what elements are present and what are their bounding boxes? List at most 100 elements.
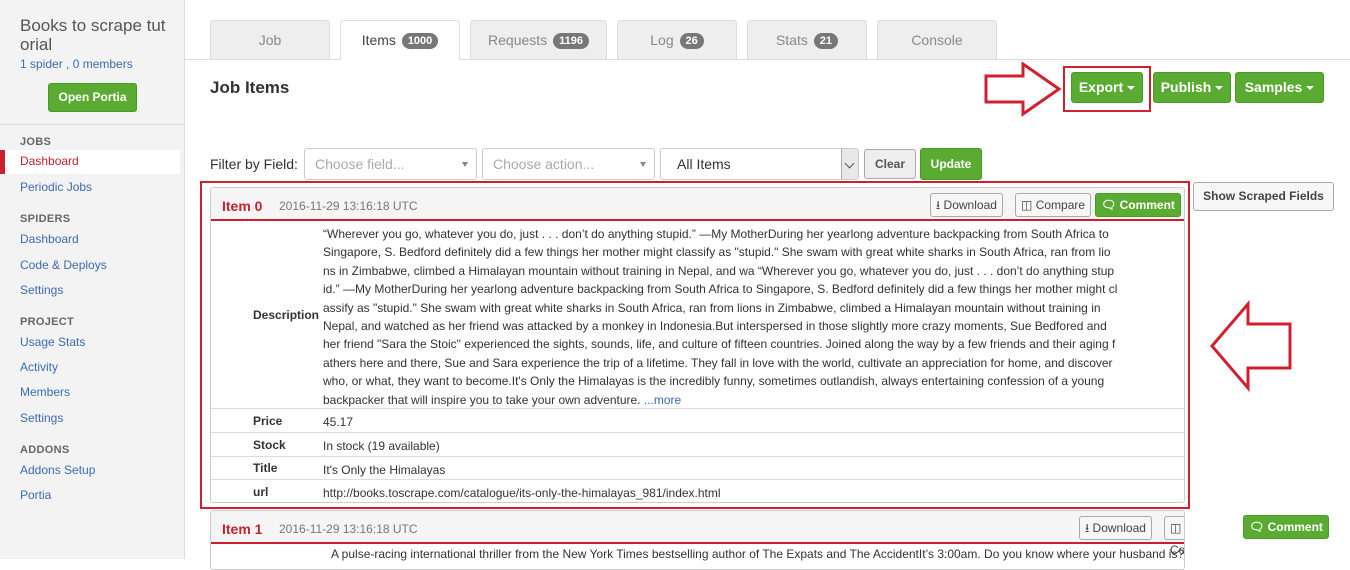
compare-icon: ◫ bbox=[1021, 198, 1033, 212]
tab-stats[interactable]: Stats 21 bbox=[747, 20, 867, 59]
publish-button[interactable]: Publish bbox=[1153, 72, 1231, 103]
more-link[interactable]: ...more bbox=[644, 393, 681, 407]
item-title[interactable]: Item 0 bbox=[222, 198, 262, 214]
item-timestamp: 2016-11-29 13:16:18 UTC bbox=[279, 522, 418, 536]
export-button[interactable]: Export bbox=[1071, 72, 1143, 103]
field-value-url: http://books.toscrape.com/catalogue/its-… bbox=[323, 486, 721, 500]
publish-label: Publish bbox=[1160, 79, 1212, 95]
update-button[interactable]: Update bbox=[920, 148, 982, 180]
tab-requests[interactable]: Requests 1196 bbox=[470, 20, 607, 59]
description-line: assify as "stupid." She swam with great … bbox=[323, 300, 1101, 315]
field-row-stock: Stock In stock (19 available) bbox=[211, 433, 1184, 457]
sidebar-item-jobs-dashboard[interactable]: Dashboard bbox=[0, 150, 180, 174]
show-scraped-fields-button[interactable]: Show Scraped Fields bbox=[1193, 182, 1334, 211]
description-line: backpacker that will inspire you to take… bbox=[323, 391, 1184, 408]
comment-button[interactable]: 🗨 Comment bbox=[1095, 193, 1181, 217]
comment-label: Comment bbox=[1267, 520, 1323, 534]
tab-label: Console bbox=[911, 32, 963, 48]
samples-button[interactable]: Samples bbox=[1235, 72, 1324, 103]
field-key: url bbox=[253, 484, 269, 499]
item-card: Item 1 2016-11-29 13:16:18 UTC ⭳ Downloa… bbox=[210, 510, 1185, 570]
compare-icon: ◫ bbox=[1170, 521, 1182, 535]
count-badge: 1000 bbox=[401, 33, 439, 50]
sidebar-item-project-settings[interactable]: Settings bbox=[20, 411, 63, 425]
export-label: Export bbox=[1078, 79, 1124, 95]
field-key: Stock bbox=[253, 437, 286, 452]
download-button[interactable]: ⭳ Download bbox=[1079, 516, 1152, 540]
comment-icon: 🗨 bbox=[1249, 520, 1265, 534]
tab-label: Stats bbox=[775, 32, 808, 48]
download-button[interactable]: ⭳ Download bbox=[930, 193, 1003, 217]
scope-select-value: All Items bbox=[677, 156, 731, 172]
item-title[interactable]: Item 1 bbox=[222, 521, 262, 537]
count-badge: 26 bbox=[679, 33, 704, 50]
sidebar-item-usage-stats[interactable]: Usage Stats bbox=[20, 335, 85, 349]
field-key: Title bbox=[253, 461, 278, 475]
field-value-stock: In stock (19 available) bbox=[323, 439, 440, 453]
sidebar-item-portia[interactable]: Portia bbox=[20, 488, 51, 502]
compare-button[interactable]: ◫ Compare bbox=[1164, 516, 1184, 557]
compare-button[interactable]: ◫ Compare bbox=[1015, 193, 1092, 217]
description-line: who, or what, they want to become.It's O… bbox=[323, 374, 1105, 389]
sidebar-item-periodic-jobs[interactable]: Periodic Jobs bbox=[20, 180, 92, 194]
download-label: Download bbox=[1092, 521, 1146, 535]
tab-log[interactable]: Log 26 bbox=[617, 20, 737, 59]
count-badge: 1196 bbox=[553, 33, 589, 50]
sidebar-item-spiders-dashboard[interactable]: Dashboard bbox=[20, 232, 79, 246]
project-title[interactable]: Books to scrape tut orial bbox=[20, 16, 180, 54]
sidebar-item-label: Dashboard bbox=[20, 154, 79, 168]
tab-console[interactable]: Console bbox=[877, 20, 997, 59]
samples-label: Samples bbox=[1244, 79, 1303, 95]
right-arrow-annotation-icon bbox=[984, 62, 1062, 117]
description-line: Nepal, and watched as her friend was att… bbox=[323, 319, 1107, 334]
item-card: Item 0 2016-11-29 13:16:18 UTC ⭳ Downloa… bbox=[210, 187, 1185, 503]
left-arrow-annotation-icon bbox=[1210, 300, 1292, 392]
sidebar-heading-project: PROJECT bbox=[20, 316, 75, 328]
description-last-line: backpacker that will inspire you to take… bbox=[323, 392, 641, 407]
field-select-placeholder: Choose field... bbox=[315, 156, 405, 172]
tab-label: Items bbox=[361, 32, 396, 48]
sidebar-divider bbox=[0, 124, 185, 125]
dropdown-arrow-icon bbox=[462, 162, 468, 167]
compare-label: Compare bbox=[1035, 198, 1086, 212]
clear-button[interactable]: Clear bbox=[864, 149, 916, 179]
sidebar-heading-spiders: SPIDERS bbox=[20, 213, 71, 225]
tab-job[interactable]: Job bbox=[210, 20, 330, 59]
field-row-description: Description “Wherever you go, whatever y… bbox=[211, 221, 1184, 409]
count-badge: 21 bbox=[813, 33, 839, 50]
sidebar-item-activity[interactable]: Activity bbox=[20, 360, 58, 374]
item-timestamp: 2016-11-29 13:16:18 UTC bbox=[279, 199, 418, 213]
caret-down-icon bbox=[1306, 86, 1315, 91]
download-icon: ⭳ bbox=[936, 198, 941, 212]
item-header: Item 0 2016-11-29 13:16:18 UTC ⭳ Downloa… bbox=[211, 188, 1184, 221]
field-key: Price bbox=[253, 413, 283, 428]
description-line: “Wherever you go, whatever you do, just … bbox=[323, 227, 1109, 241]
field-value-description: “Wherever you go, whatever you do, just … bbox=[323, 221, 1184, 408]
caret-down-icon bbox=[1215, 86, 1224, 91]
comment-label: Comment bbox=[1119, 198, 1175, 212]
dropdown-arrow-icon bbox=[640, 162, 646, 167]
project-summary-link[interactable]: 1 spider , 0 members bbox=[20, 57, 133, 71]
sidebar-item-members[interactable]: Members bbox=[20, 385, 70, 399]
chevron-down-icon bbox=[841, 149, 858, 179]
filter-label: Filter by Field: bbox=[210, 156, 298, 172]
field-select[interactable]: Choose field... bbox=[304, 148, 477, 180]
sidebar-item-spiders-settings[interactable]: Settings bbox=[20, 283, 63, 297]
scope-select[interactable]: All Items bbox=[660, 148, 859, 180]
sidebar-heading-addons: ADDONS bbox=[20, 444, 70, 456]
sidebar-item-addons-setup[interactable]: Addons Setup bbox=[20, 463, 95, 477]
tab-label: Log bbox=[650, 32, 674, 48]
open-portia-button[interactable]: Open Portia bbox=[48, 83, 137, 112]
field-row-price: Price 45.17 bbox=[211, 409, 1184, 433]
field-value-title: It's Only the Himalayas bbox=[323, 463, 446, 477]
comment-button[interactable]: 🗨 Comment bbox=[1243, 515, 1329, 539]
sidebar-heading-jobs: JOBS bbox=[20, 136, 52, 148]
comment-icon: 🗨 bbox=[1101, 198, 1117, 212]
action-select[interactable]: Choose action... bbox=[482, 148, 655, 180]
tab-label: Job bbox=[258, 32, 282, 48]
download-label: Download bbox=[943, 198, 997, 212]
description-line: athers here and there, Sue and Sara expe… bbox=[323, 355, 1113, 370]
tab-items[interactable]: Items 1000 bbox=[340, 20, 460, 60]
sidebar-item-code-deploys[interactable]: Code & Deploys bbox=[20, 258, 107, 272]
item-header: Item 1 2016-11-29 13:16:18 UTC ⭳ Downloa… bbox=[211, 511, 1184, 557]
